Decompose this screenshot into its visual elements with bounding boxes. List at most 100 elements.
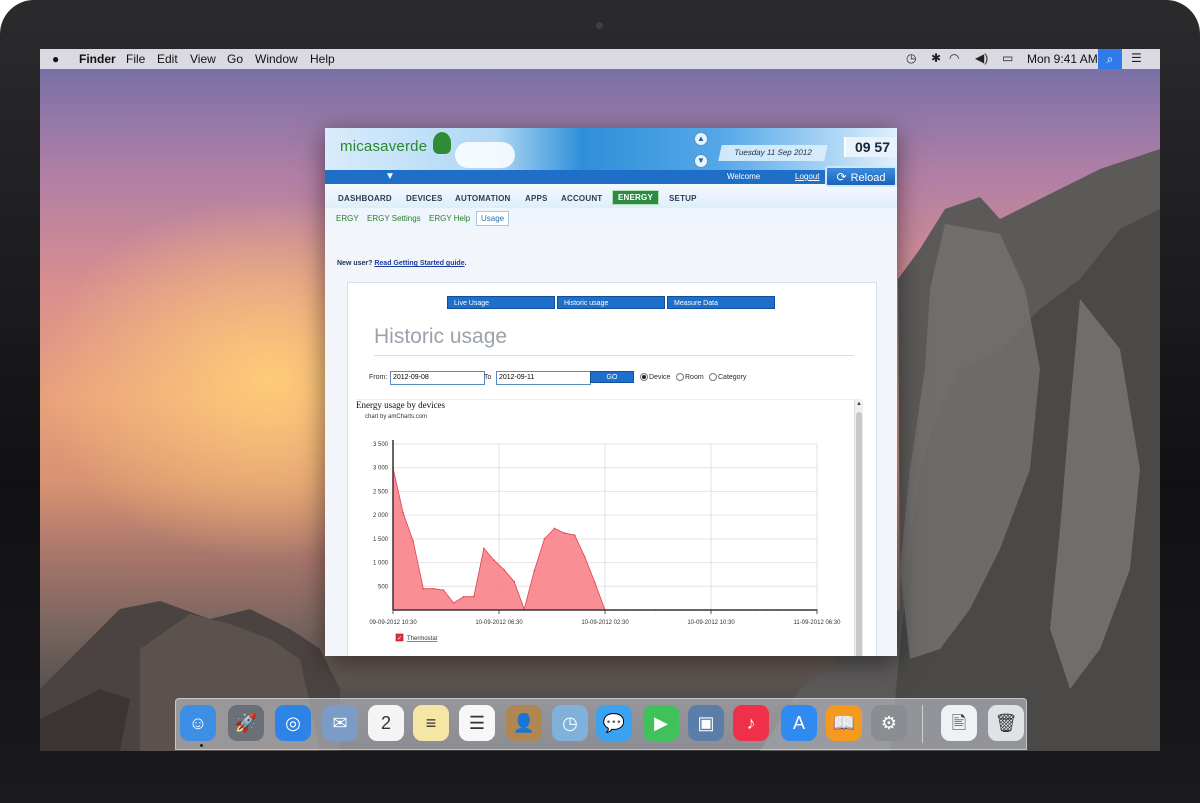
tab-apps[interactable]: APPS [525,194,548,203]
ibooks-icon[interactable]: 📖 [826,705,862,741]
scroll-down-icon[interactable]: ▼ [694,154,708,168]
page-title: Historic usage [374,325,508,348]
ibooks-glyph: 📖 [832,713,856,733]
safari-glyph: ◎ [285,713,301,733]
menu-view[interactable]: View [190,52,216,66]
battery-icon[interactable]: ▭ [1002,51,1013,65]
radio-category[interactable] [709,373,717,381]
mail-icon[interactable]: ✉ [322,705,358,741]
preview-icon[interactable]: ◷ [552,705,588,741]
date-filter: From: To GO Device Room Category [369,370,869,385]
notes-glyph: ≡ [425,713,437,733]
itunes-glyph: ♪ [746,713,756,733]
x-tick-label: 10-09-2012 06:30 [475,620,523,626]
from-date-input[interactable] [390,371,485,385]
finder-icon[interactable]: ☺ [180,705,216,741]
menu-app-name[interactable]: Finder [79,52,116,66]
menu-go[interactable]: Go [227,52,243,66]
subtab-ergy-settings[interactable]: ERGY Settings [367,214,421,223]
bluetooth-icon[interactable]: ✱ [931,51,941,65]
mail-glyph: ✉ [332,713,348,733]
data-point [573,534,576,536]
subtab-ergy-help[interactable]: ERGY Help [429,214,470,223]
live-usage-button[interactable]: Live Usage [447,296,555,309]
to-date-input[interactable] [496,371,591,385]
tab-devices[interactable]: DEVICES [406,194,443,203]
chart-title: Energy usage by devices [356,400,446,410]
menu-bar: ● Finder File Edit View Go Window Help ◷… [40,49,1160,69]
messages-icon[interactable]: 💬 [596,705,632,741]
historic-usage-button[interactable]: Historic usage [557,296,665,309]
app-store-icon[interactable]: A [781,705,817,741]
chevron-down-icon[interactable]: ▼ [385,170,395,184]
reload-label: Reload [850,172,886,184]
data-point [462,595,465,598]
scroll-up-icon[interactable]: ▲ [694,132,708,146]
app-window: micasaverde ▲ ▼ Tuesday 11 Sep 2012 09 5… [325,128,897,656]
y-tick-label: 3 500 [373,442,389,448]
launchpad-glyph: 🚀 [234,713,258,733]
wifi-icon[interactable]: ◠ [949,51,959,65]
notification-list-icon[interactable]: ☰ [1131,51,1142,65]
legend-label-thermostat: Thermostat [407,636,438,642]
data-point [594,581,596,584]
safari-icon[interactable]: ◎ [275,705,311,741]
radio-device[interactable] [640,373,648,381]
menu-window[interactable]: Window [255,52,298,66]
trash-icon[interactable]: 🗑 [988,705,1024,741]
tab-dashboard[interactable]: DASHBOARD [338,194,392,203]
dock-separator [922,705,923,743]
tab-setup[interactable]: SETUP [669,194,697,203]
scroll-thumb[interactable] [856,412,862,656]
time-machine-icon[interactable]: ◷ [906,51,916,65]
apple-icon[interactable]: ● [52,52,59,66]
menu-file[interactable]: File [126,52,145,66]
subtab-usage[interactable]: Usage [476,211,510,226]
reminders-icon[interactable]: ☰ [459,705,495,741]
contacts-icon[interactable]: 👤 [506,705,542,741]
tab-energy[interactable]: ENERGY [612,190,659,205]
logout-link[interactable]: Logout [795,172,819,181]
tab-automation[interactable]: AUTOMATION [455,194,510,203]
spotlight-icon[interactable]: ⌕ [1098,49,1122,69]
y-tick-label: 1 500 [373,537,389,543]
radio-room[interactable] [676,373,684,381]
calendar-icon[interactable]: 2 [368,705,404,741]
itunes-icon[interactable]: ♪ [733,705,769,741]
page-content: New user? Read Getting Started guide. Li… [325,230,897,656]
leaf-logo-icon [433,132,451,154]
data-point [553,527,556,530]
menu-help[interactable]: Help [310,52,335,66]
menu-edit[interactable]: Edit [157,52,178,66]
x-tick-label: 10-09-2012 10:30 [687,620,735,626]
new-user-prefix: New user? [337,260,373,267]
chart-credit[interactable]: chart by amCharts.com [365,414,427,420]
getting-started-link[interactable]: Read Getting Started guide [374,260,464,267]
radio-device-label: Device [649,374,671,381]
menu-clock[interactable]: Mon 9:41 AM [1027,52,1098,66]
new-user-notice: New user? Read Getting Started guide. [337,260,467,267]
user-toolbar: ▼ Welcome Logout [325,170,897,184]
radio-category-label: Category [718,374,747,381]
measure-data-button[interactable]: Measure Data [667,296,775,309]
launchpad-icon[interactable]: 🚀 [228,705,264,741]
facetime-icon[interactable]: ▶ [643,705,679,741]
data-point [493,559,495,561]
go-button[interactable]: GO [590,371,634,383]
data-point [402,511,404,514]
usage-panel: Live Usage Historic usage Measure Data H… [347,282,877,656]
volume-icon[interactable]: ◀) [975,51,988,65]
notes-icon[interactable]: ≡ [413,705,449,741]
system-preferences-icon[interactable]: ⚙ [871,705,907,741]
dock: ☺ 🚀 ◎ ✉ 2 ≡ ☰ 👤 ◷ 💬 ▶ ▣ ♪ A 📖 ⚙ 🖹 🗑 [175,698,1027,750]
scroll-up-arrow-icon[interactable]: ▲ [856,401,862,407]
messages-glyph: 💬 [602,713,626,733]
iphoto-icon[interactable]: ▣ [688,705,724,741]
document-icon[interactable]: 🖹 [941,705,977,741]
reload-button[interactable]: ⟳ Reload [825,166,897,187]
tab-account[interactable]: ACCOUNT [561,194,602,203]
chart-scrollbar[interactable]: ▲ [854,400,863,656]
welcome-text: Welcome [727,172,761,181]
subtab-ergy[interactable]: ERGY [336,214,359,223]
date-display: Tuesday 11 Sep 2012 [718,145,828,161]
